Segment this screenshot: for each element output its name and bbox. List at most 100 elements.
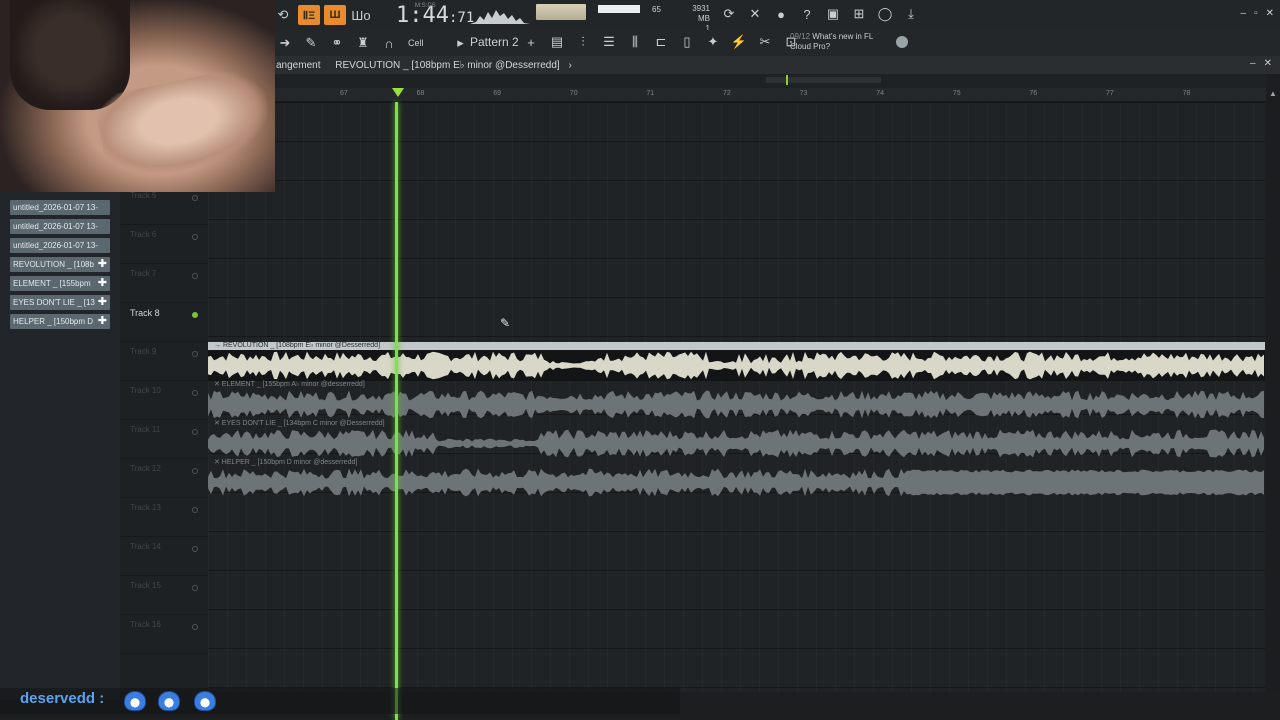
news-panel[interactable]: 09/12 What's new in FL Cloud Pro? <box>790 32 873 52</box>
browser-clip-item[interactable]: REVOLUTION _ [108b ✚ <box>10 257 110 272</box>
audio-clip[interactable]: ✕ ELEMENT _ [155bpm A♭ minor @desserredd… <box>208 381 1265 420</box>
browser-clip-label: REVOLUTION _ [108b <box>13 260 94 269</box>
help-icon[interactable]: ? <box>796 4 818 24</box>
scroll-thumb[interactable] <box>766 77 881 83</box>
add-pattern-icon[interactable]: + <box>520 32 542 52</box>
pattern-selector[interactable]: Pattern 2 <box>470 35 519 49</box>
track-mute-indicator[interactable] <box>192 273 198 279</box>
emote-icon <box>158 691 180 711</box>
plugin-icon[interactable]: ⊞ <box>848 4 870 24</box>
mode-button-1[interactable]: ⅡΞ <box>298 5 320 25</box>
mode-button-2[interactable]: Ш <box>324 5 346 25</box>
arrow-right-icon[interactable]: ➜ <box>274 33 296 53</box>
track-name: Track 8 <box>130 308 160 318</box>
minimize-icon[interactable]: – <box>1250 58 1256 69</box>
track-header[interactable]: Track 9 <box>120 342 208 381</box>
chat-icon[interactable]: ◯ <box>874 4 896 24</box>
ruler-tick: 77 <box>1106 90 1114 97</box>
track-header[interactable]: Track 16 <box>120 615 208 654</box>
master-volume-slider[interactable] <box>598 5 640 13</box>
track-mute-indicator[interactable] <box>192 312 198 318</box>
piano-roll-icon[interactable]: ⫶ <box>572 32 594 52</box>
close-icon[interactable]: ✕ <box>1264 58 1272 69</box>
track-mute-indicator[interactable] <box>192 429 198 435</box>
audio-clip[interactable]: ✕ HELPER _ [150bpm D minor @desserredd] <box>208 459 1265 498</box>
track-mute-indicator[interactable] <box>192 507 198 513</box>
magnet-icon[interactable]: ∩ <box>378 33 400 53</box>
browser-clip-item[interactable]: HELPER _ [150bpm D ✚ <box>10 314 110 329</box>
track-mute-indicator[interactable] <box>192 390 198 396</box>
tool-icons: ➜ ✎ ⚭ ♜ ∩ Cell ▸ <box>272 33 474 53</box>
microphone-icon[interactable]: ● <box>770 4 792 24</box>
add-clip-icon[interactable]: ✚ <box>98 314 107 329</box>
audio-clip-title: ✕ EYES DON'T LIE _ [134bpm C minor @Dess… <box>214 420 385 427</box>
track-header[interactable]: Track 14 <box>120 537 208 576</box>
add-clip-icon[interactable]: ✚ <box>98 257 107 272</box>
browser-icon[interactable]: ⊏ <box>650 32 672 52</box>
channel-rack-icon[interactable]: ☰ <box>598 32 620 52</box>
track-mute-indicator[interactable] <box>192 234 198 240</box>
scroll-up-icon[interactable]: ▲ <box>1269 89 1277 98</box>
minimize-icon[interactable]: – <box>1241 8 1247 19</box>
pencil-icon[interactable]: ✎ <box>300 33 322 53</box>
save-icon[interactable]: ▣ <box>822 4 844 24</box>
browser-clip-label: HELPER _ [150bpm D <box>13 317 94 326</box>
chat-username: deservedd : <box>20 690 105 707</box>
track-mute-indicator[interactable] <box>192 351 198 357</box>
track-name: Track 12 <box>130 464 161 473</box>
track-mute-indicator[interactable] <box>192 195 198 201</box>
ruler-tick: 75 <box>952 90 961 97</box>
breadcrumb-item[interactable]: REVOLUTION _ [108bpm E♭ minor @Desserred… <box>335 60 559 71</box>
play-arrow-icon[interactable]: ▸ <box>450 33 472 53</box>
track-mute-indicator[interactable] <box>192 468 198 474</box>
mode-button-3[interactable]: Шo <box>350 5 372 25</box>
add-clip-icon[interactable]: ✚ <box>98 276 107 291</box>
browser-clip-item[interactable]: EYES DON'T LIE _ [13 ✚ <box>10 295 110 310</box>
playlist-grid[interactable]: → REVOLUTION _ [108bpm E♭ minor @Desserr… <box>208 102 1265 692</box>
playhead-marker[interactable] <box>392 88 404 97</box>
wand-icon[interactable]: ⚡ <box>728 32 750 52</box>
maximize-icon[interactable]: ▫ <box>1254 8 1258 19</box>
browser-clip-item[interactable]: untitled_2026-01-07 13- <box>10 219 110 234</box>
track-header[interactable]: Track 15 <box>120 576 208 615</box>
browser-clip-item[interactable]: untitled_2026-01-07 13- <box>10 200 110 215</box>
link-icon[interactable]: ⚭ <box>326 33 348 53</box>
snap-select[interactable]: Cell <box>408 38 424 48</box>
ruler-tick: 70 <box>569 90 578 97</box>
globe-icon[interactable] <box>896 36 908 48</box>
metronome-icon[interactable]: ✕ <box>744 4 766 24</box>
track-header[interactable]: Track 7 <box>120 264 208 303</box>
loop-icon[interactable]: ⟲ <box>272 5 294 25</box>
tools-icon[interactable]: ✂ <box>754 32 776 52</box>
timeline-ruler[interactable]: 67 68 69 70 71 72 73 74 75 76 77 78 <box>205 88 1267 102</box>
add-clip-icon[interactable]: ✚ <box>98 295 107 310</box>
audio-clip[interactable]: ✕ EYES DON'T LIE _ [134bpm C minor @Dess… <box>208 420 1265 459</box>
playhead-line <box>395 102 398 720</box>
track-mute-indicator[interactable] <box>192 546 198 552</box>
playlist-icon[interactable]: ▤ <box>546 32 568 52</box>
horizontal-scroller[interactable] <box>276 74 1266 88</box>
track-mute-indicator[interactable] <box>192 585 198 591</box>
mixer-icon[interactable]: ⫼ <box>624 32 646 52</box>
audio-clip[interactable]: → REVOLUTION _ [108bpm E♭ minor @Desserr… <box>208 342 1265 381</box>
track-name: Track 5 <box>130 191 157 200</box>
download-icon[interactable]: ⤓ <box>900 4 922 24</box>
track-header[interactable]: Track 6 <box>120 225 208 264</box>
track-mute-indicator[interactable] <box>192 624 198 630</box>
close-icon[interactable]: ✕ <box>1266 8 1274 19</box>
browser-clip-item[interactable]: ELEMENT _ [155bpm ✚ <box>10 276 110 291</box>
vertical-scrollbar[interactable] <box>1266 88 1280 692</box>
track-header[interactable]: Track 8 <box>120 303 208 342</box>
stamp-icon[interactable]: ♜ <box>352 33 374 53</box>
app-window-controls: – ▫ ✕ <box>1241 8 1275 19</box>
browser-clip-label: untitled_2026-01-07 13- <box>13 222 98 231</box>
file-icon[interactable]: ▯ <box>676 32 698 52</box>
plug-icon[interactable]: ✦ <box>702 32 724 52</box>
track-header[interactable]: Track 13 <box>120 498 208 537</box>
track-header[interactable]: Track 11 <box>120 420 208 459</box>
track-header[interactable]: Track 10 <box>120 381 208 420</box>
track-header[interactable]: Track 12 <box>120 459 208 498</box>
browser-clip-item[interactable]: untitled_2026-01-07 13- <box>10 238 110 253</box>
ruler-tick: 78 <box>1182 90 1191 97</box>
refresh-icon[interactable]: ⟳ <box>718 4 740 24</box>
